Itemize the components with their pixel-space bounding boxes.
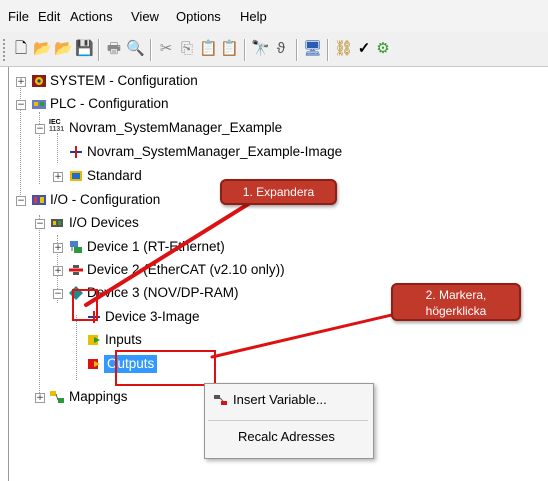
callout-mark: 2. Markera, högerklicka	[391, 283, 521, 321]
menu-separator	[208, 420, 368, 421]
callout-expand: 1. Expandera	[220, 179, 337, 205]
insert-variable-icon	[214, 395, 227, 405]
expand-highlight	[72, 289, 98, 321]
context-menu: Insert Variable... Recalc Adresses	[204, 383, 374, 459]
menu-item-recalc-adresses[interactable]: Recalc Adresses	[238, 429, 335, 444]
arrow-mark	[210, 308, 415, 359]
arrow-expand	[84, 196, 260, 307]
menu-item-insert-variable[interactable]: Insert Variable...	[233, 392, 327, 407]
outputs-highlight	[115, 350, 216, 386]
